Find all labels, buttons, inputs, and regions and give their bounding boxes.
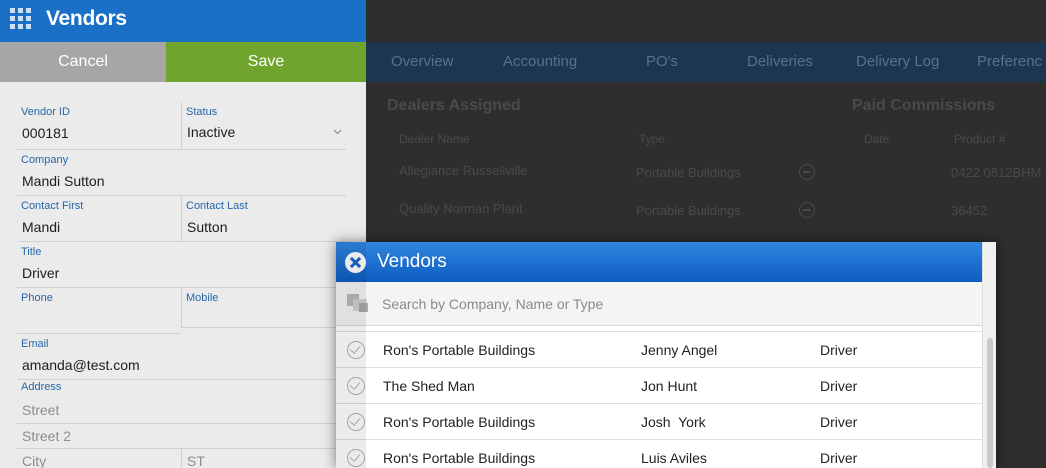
email-field[interactable]: Email amanda@test.com	[17, 334, 346, 380]
street2-input[interactable]: Street 2	[17, 424, 346, 449]
email-value: amanda@test.com	[22, 357, 140, 373]
list-item[interactable]: The Shed Man Jon Hunt Driver	[336, 368, 982, 404]
minus-circle-icon[interactable]	[799, 202, 815, 218]
status-label: Status	[186, 106, 218, 118]
vendor-type: Driver	[820, 378, 858, 394]
dealer-type-column: Type	[639, 132, 666, 146]
vendor-name: Jenny Angel	[641, 342, 718, 358]
email-label: Email	[21, 338, 49, 350]
company-field[interactable]: Company Mandi Sutton	[17, 150, 346, 196]
dealer-name-column: Dealer Name	[399, 132, 470, 146]
check-circle-icon[interactable]	[347, 377, 365, 395]
close-icon[interactable]	[345, 252, 366, 273]
commission-product: 36452	[951, 203, 988, 218]
vendors-modal: Vendors Ron's Portable Buildings Jenny A…	[336, 242, 996, 468]
vendor-company: Ron's Portable Buildings	[383, 414, 536, 430]
vendor-id-field[interactable]: Vendor ID 000181	[17, 102, 181, 150]
tab-accounting[interactable]: Accounting	[503, 53, 577, 70]
address-label: Address	[21, 381, 62, 393]
vendor-name: Luis Aviles	[641, 450, 707, 466]
tab-overview[interactable]: Overview	[391, 53, 454, 70]
vendor-company: Ron's Portable Buildings	[383, 450, 536, 466]
contact-first-field[interactable]: Contact First Mandi	[17, 196, 181, 242]
check-circle-icon[interactable]	[347, 413, 365, 431]
contact-last-value: Sutton	[187, 219, 228, 235]
state-input[interactable]: ST	[181, 449, 346, 468]
contact-last-label: Contact Last	[186, 200, 248, 212]
vendor-type: Driver	[820, 450, 858, 466]
title-value: Driver	[22, 265, 60, 281]
grid-icon[interactable]	[10, 8, 32, 30]
save-button[interactable]: Save	[166, 42, 366, 82]
modal-title: Vendors	[377, 251, 447, 272]
list-item[interactable]: Ron's Portable Buildings Jenny Angel Dri…	[336, 332, 982, 368]
detail-tabs: Overview Accounting PO's Deliveries Deli…	[366, 42, 1046, 82]
modal-header: Vendors	[336, 242, 982, 282]
modal-scrollbar[interactable]	[982, 242, 996, 468]
city-input[interactable]: City	[17, 449, 181, 468]
street-input[interactable]: Street	[17, 398, 346, 424]
status-select[interactable]: Status Inactive	[181, 102, 346, 150]
minus-circle-icon[interactable]	[799, 164, 815, 180]
vendor-id-value: 000181	[22, 125, 69, 141]
state-placeholder: ST	[187, 453, 205, 468]
contact-first-label: Contact First	[21, 200, 84, 212]
vendor-list: Ron's Portable Buildings Jenny Angel Dri…	[336, 331, 982, 468]
dealer-type: Portable Buildings	[636, 165, 741, 180]
contact-first-value: Mandi	[22, 219, 61, 235]
phone-label: Phone	[21, 292, 53, 304]
mobile-label: Mobile	[186, 292, 219, 304]
status-value: Inactive	[187, 124, 236, 140]
phone-field[interactable]: Phone	[17, 288, 181, 334]
commissions-heading: Paid Commissions	[852, 97, 996, 114]
street-placeholder: Street	[22, 402, 60, 418]
commission-date-column: Date	[864, 132, 890, 146]
mobile-field[interactable]: Mobile	[181, 288, 346, 328]
app-title: Vendors	[46, 7, 127, 30]
chevron-down-icon	[333, 129, 342, 135]
company-label: Company	[21, 154, 69, 166]
search-input[interactable]	[382, 292, 942, 316]
tab-deliveries[interactable]: Deliveries	[747, 53, 813, 70]
tab-pos[interactable]: PO's	[646, 53, 678, 70]
title-label: Title	[21, 246, 42, 258]
scroll-thumb[interactable]	[987, 338, 993, 468]
dealers-heading: Dealers Assigned	[387, 97, 521, 114]
vendor-name: Jon Hunt	[641, 378, 698, 394]
copy-icon[interactable]	[347, 294, 371, 314]
vendor-company: Ron's Portable Buildings	[383, 342, 536, 358]
street2-placeholder: Street 2	[22, 428, 72, 444]
vendor-id-label: Vendor ID	[21, 106, 70, 118]
vendor-type: Driver	[820, 414, 858, 430]
cancel-button[interactable]: Cancel	[0, 42, 166, 82]
city-placeholder: City	[22, 453, 47, 468]
tab-preferences[interactable]: Preferenc	[977, 53, 1042, 70]
company-value: Mandi Sutton	[22, 173, 105, 189]
app-header: Vendors	[0, 0, 366, 42]
address-section: Address	[17, 380, 346, 400]
list-item[interactable]: Ron's Portable Buildings Josh York Drive…	[336, 404, 982, 440]
check-circle-icon[interactable]	[347, 341, 365, 359]
check-circle-icon[interactable]	[347, 449, 365, 467]
dealer-type: Portable Buildings	[636, 203, 741, 218]
dealer-name: Quality Norman Plant	[399, 201, 523, 216]
vendor-name: Josh York	[641, 414, 706, 430]
commission-product-column: Product #	[954, 132, 1006, 146]
vendor-type: Driver	[820, 342, 858, 358]
title-field[interactable]: Title Driver	[17, 242, 346, 288]
tab-delivery-log[interactable]: Delivery Log	[856, 53, 939, 70]
search-bar	[336, 282, 982, 326]
commission-product: 0422 0812BHM	[951, 165, 1042, 180]
vendor-form-panel: Vendors Cancel Save Vendor ID 000181 Sta…	[0, 0, 366, 468]
dealer-name: Allegiance Russellville	[399, 163, 528, 178]
list-item[interactable]: Ron's Portable Buildings Luis Aviles Dri…	[336, 440, 982, 468]
vendor-company: The Shed Man	[383, 378, 475, 394]
contact-last-field[interactable]: Contact Last Sutton	[181, 196, 346, 242]
